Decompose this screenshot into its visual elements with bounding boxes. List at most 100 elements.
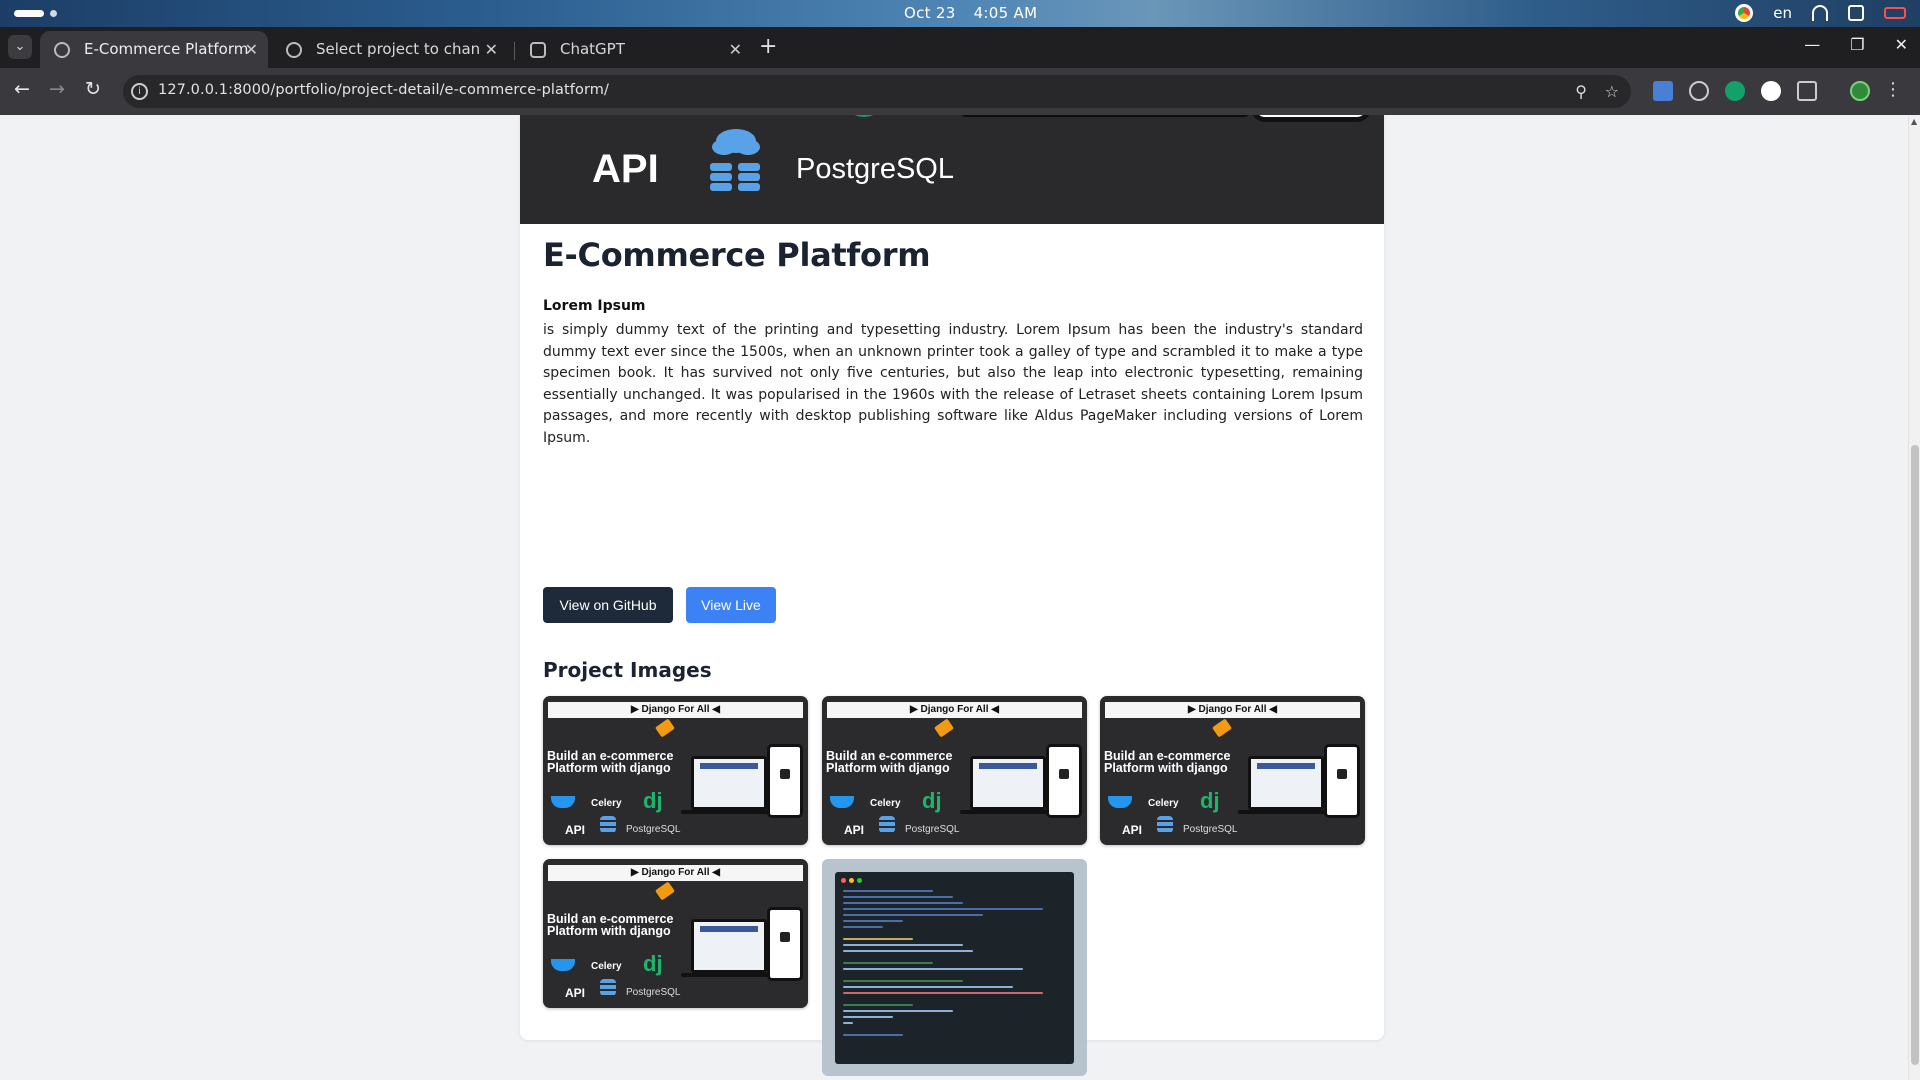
tab-label: ChatGPT: [560, 40, 625, 58]
minimize-icon[interactable]: —: [1804, 35, 1820, 54]
api-label: API: [1122, 823, 1143, 837]
activities-indicator[interactable]: [14, 10, 44, 17]
laptop-illustration: [691, 919, 767, 973]
os-clock[interactable]: Oct 23 4:05 AM: [904, 4, 1055, 22]
database-icon: [600, 979, 616, 996]
new-tag-icon: [655, 718, 675, 738]
zoom-icon[interactable]: ⚲: [1575, 82, 1587, 101]
close-tab-icon[interactable]: ✕: [485, 31, 498, 68]
hero-postgres-text: PostgreSQL: [796, 153, 954, 185]
tab-label: E-Commerce Platform | F: [84, 40, 249, 58]
project-image-thumbnail[interactable]: ▶ Django For All ◀ Build an e-commerce P…: [1100, 696, 1365, 845]
laptop-illustration: [960, 115, 1250, 117]
forward-arrow-icon[interactable]: →: [44, 78, 70, 100]
postgres-label: PostgreSQL: [905, 824, 960, 835]
django-icon: dj: [922, 788, 942, 813]
description-heading: Lorem Ipsum: [543, 298, 646, 314]
tab-divider: [514, 42, 515, 60]
tab-select-project[interactable]: Select project to change ✕: [272, 31, 508, 68]
thumbnail-banner: ▶ Django For All ◀: [548, 865, 803, 881]
url-text[interactable]: 127.0.0.1:8000/portfolio/project-detail/…: [158, 82, 609, 98]
browser-toolbar: ← → ↻ i 127.0.0.1:8000/portfolio/project…: [0, 68, 1920, 115]
new-tag-icon: [934, 718, 954, 738]
celery-label: Celery: [591, 961, 622, 972]
api-label: API: [565, 986, 586, 1000]
tab-label: Select project to change: [316, 40, 481, 58]
thumbnail-banner: ▶ Django For All ◀: [1105, 702, 1360, 718]
scroll-up-arrow-icon[interactable]: ▲: [1911, 117, 1917, 126]
phone-illustration: [767, 907, 803, 981]
postgres-label: PostgreSQL: [626, 824, 681, 835]
description-body: is simply dummy text of the printing and…: [543, 322, 1363, 446]
restore-icon[interactable]: ❐: [1850, 35, 1864, 54]
tab-search-button[interactable]: ⌄: [8, 35, 32, 59]
docker-icon: [1108, 796, 1132, 808]
translate-extension-icon[interactable]: [1653, 81, 1673, 101]
view-live-button[interactable]: View Live: [686, 587, 776, 623]
code-screenshot-thumbnail[interactable]: [822, 859, 1087, 1076]
code-editor-preview: [835, 872, 1074, 1064]
thumbnail-banner: ▶ Django For All ◀: [548, 702, 803, 718]
django-icon: dj: [1200, 788, 1220, 813]
project-hero-image: API PostgreSQL: [520, 115, 1384, 224]
close-tab-icon[interactable]: ✕: [729, 31, 742, 68]
tab-ecommerce[interactable]: E-Commerce Platform | F ✕: [40, 31, 268, 68]
more-menu-icon[interactable]: ⋮: [1884, 79, 1902, 100]
site-info-icon[interactable]: i: [131, 83, 148, 100]
globe-icon: [286, 42, 302, 58]
project-card: API PostgreSQL E-Commerce Platform Lorem…: [520, 115, 1384, 1076]
django-icon: dj: [643, 951, 663, 976]
celery-label: Celery: [870, 798, 901, 809]
back-arrow-icon[interactable]: ←: [9, 78, 35, 100]
globe-extension-icon[interactable]: [1689, 81, 1709, 101]
workspace-dot: [50, 10, 57, 17]
bookmark-star-icon[interactable]: ☆: [1605, 82, 1619, 101]
profile-avatar[interactable]: [1850, 81, 1870, 101]
new-tag-icon: [1212, 718, 1232, 738]
mute-icon: [1848, 5, 1864, 21]
database-icon: [600, 816, 616, 833]
close-tab-icon[interactable]: ✕: [245, 31, 258, 68]
view-on-github-button[interactable]: View on GitHub: [543, 587, 673, 623]
project-image-thumbnail[interactable]: ▶ Django For All ◀ Build an e-commerce P…: [543, 696, 808, 845]
address-bar[interactable]: i 127.0.0.1:8000/portfolio/project-detai…: [123, 75, 1631, 108]
django-logo-fragment: [842, 115, 886, 117]
database-icon: [1157, 816, 1173, 833]
thumbnail-banner: ▶ Django For All ◀: [827, 702, 1082, 718]
project-images-heading: Project Images: [543, 658, 712, 682]
page-viewport: API PostgreSQL E-Commerce Platform Lorem…: [0, 115, 1908, 1080]
docker-icon: [830, 796, 854, 808]
api-label: API: [844, 823, 865, 837]
django-icon: dj: [643, 788, 663, 813]
postgres-label: PostgreSQL: [1183, 824, 1238, 835]
os-status-area[interactable]: en: [1735, 4, 1920, 22]
new-tab-button[interactable]: +: [759, 35, 777, 59]
close-window-icon[interactable]: ✕: [1895, 35, 1908, 54]
dark-mode-extension-icon[interactable]: [1761, 81, 1781, 101]
scrollbar-thumb[interactable]: [1911, 445, 1919, 1065]
reload-icon[interactable]: ↻: [80, 78, 106, 100]
wifi-icon: [1812, 5, 1828, 21]
page-scrollbar[interactable]: ▲: [1908, 115, 1920, 1080]
grammarly-extension-icon[interactable]: [1725, 81, 1745, 101]
os-time: 4:05 AM: [973, 4, 1038, 22]
tab-chatgpt[interactable]: ChatGPT ✕: [516, 31, 752, 68]
docker-icon: [551, 959, 575, 971]
phone-illustration: [1046, 744, 1082, 818]
phone-illustration: [1324, 744, 1360, 818]
chatgpt-icon: [530, 42, 546, 58]
thumbnail-headline: Build an e-commerce Platform with django: [547, 749, 674, 775]
cloud-database-icon: [710, 129, 760, 191]
project-image-thumbnail[interactable]: ▶ Django For All ◀ Build an e-commerce P…: [822, 696, 1087, 845]
docker-icon: [551, 796, 575, 808]
laptop-base: [681, 973, 777, 977]
thumbnail-headline: Build an e-commerce Platform with django: [1104, 749, 1231, 775]
new-tag-icon: [655, 881, 675, 901]
phone-illustration: [767, 744, 803, 818]
chrome-indicator-icon: [1735, 4, 1754, 22]
postgres-label: PostgreSQL: [626, 987, 681, 998]
extensions-puzzle-icon[interactable]: [1797, 81, 1817, 101]
language-indicator[interactable]: en: [1773, 4, 1792, 22]
project-image-thumbnail[interactable]: ▶ Django For All ◀ Build an e-commerce P…: [543, 859, 808, 1008]
celery-label: Celery: [591, 798, 622, 809]
